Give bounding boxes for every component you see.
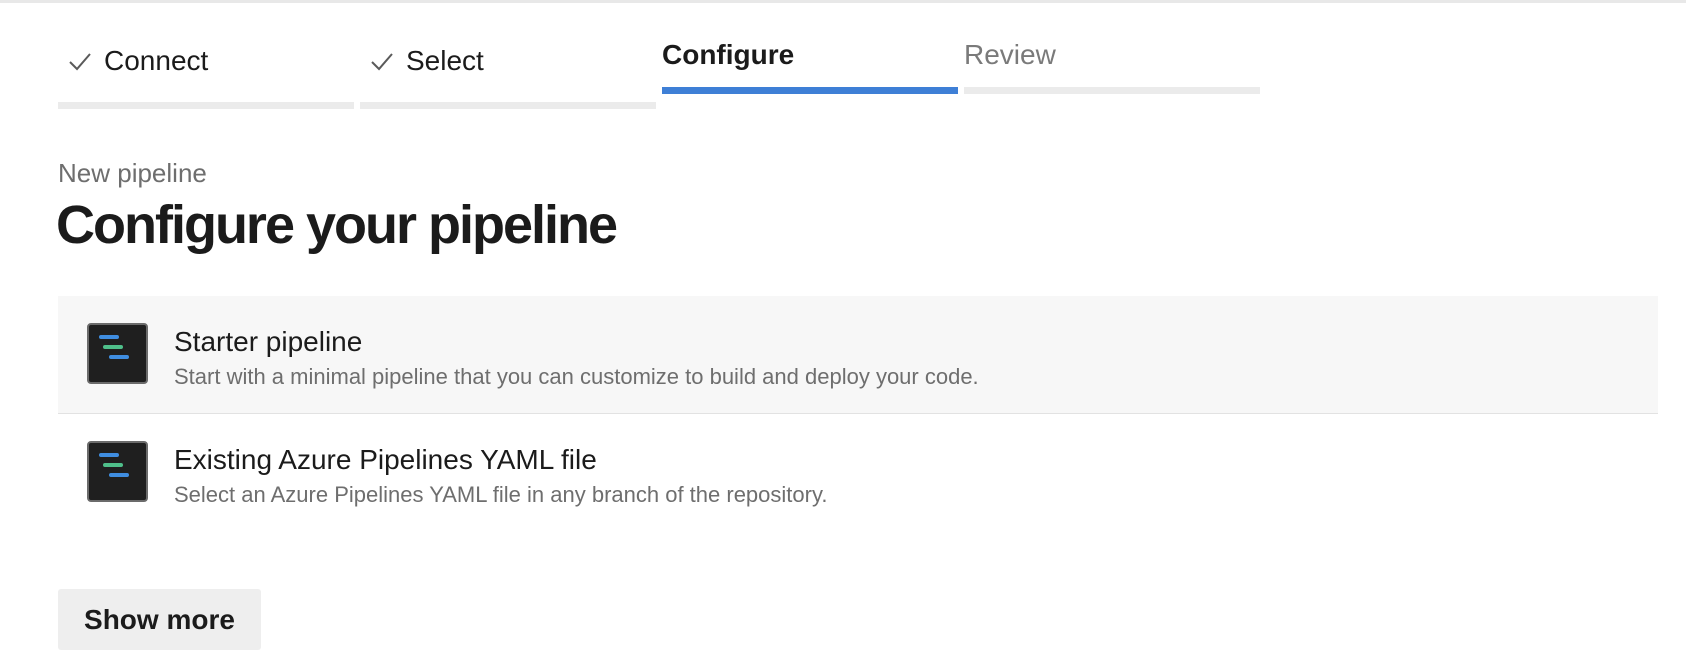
step-configure[interactable]: Configure xyxy=(662,30,958,110)
option-title: Existing Azure Pipelines YAML file xyxy=(174,444,597,475)
step-select-progress-bar xyxy=(360,102,656,109)
show-more-button[interactable]: Show more xyxy=(58,589,261,650)
pipeline-glyph-icon xyxy=(99,335,129,359)
option-description: Start with a minimal pipeline that you c… xyxy=(174,364,979,389)
check-icon xyxy=(371,53,393,71)
pipeline-icon xyxy=(87,441,148,502)
step-connect-row: Connect xyxy=(58,44,208,78)
pipeline-options-list: Starter pipeline Start with a minimal pi… xyxy=(58,296,1658,530)
step-review-label: Review xyxy=(964,39,1056,70)
step-select[interactable]: Select xyxy=(360,30,656,110)
option-description: Select an Azure Pipelines YAML file in a… xyxy=(174,482,828,507)
page-subtitle: New pipeline xyxy=(58,158,207,188)
step-connect-progress-bar xyxy=(58,102,354,109)
step-configure-progress-bar xyxy=(662,87,958,94)
step-review-row: Review xyxy=(964,38,1056,72)
option-title: Starter pipeline xyxy=(174,326,363,357)
step-connect[interactable]: Connect xyxy=(58,30,354,110)
pipeline-glyph-icon xyxy=(99,453,129,477)
option-starter-pipeline[interactable]: Starter pipeline Start with a minimal pi… xyxy=(58,296,1658,414)
option-existing-yaml[interactable]: Existing Azure Pipelines YAML file Selec… xyxy=(58,414,1658,530)
step-select-row: Select xyxy=(360,44,484,78)
step-review[interactable]: Review xyxy=(964,30,1260,110)
step-connect-label: Connect xyxy=(104,45,209,76)
page-title: Configure your pipeline xyxy=(56,195,618,255)
check-icon xyxy=(69,53,91,71)
step-configure-row: Configure xyxy=(662,38,794,72)
step-select-label: Select xyxy=(406,45,484,76)
pipeline-icon xyxy=(87,323,148,384)
wizard-steps: Connect Select Configure Review xyxy=(58,30,1260,110)
top-divider xyxy=(0,0,1686,3)
step-review-progress-bar xyxy=(964,87,1260,94)
step-configure-label: Configure xyxy=(662,39,795,70)
